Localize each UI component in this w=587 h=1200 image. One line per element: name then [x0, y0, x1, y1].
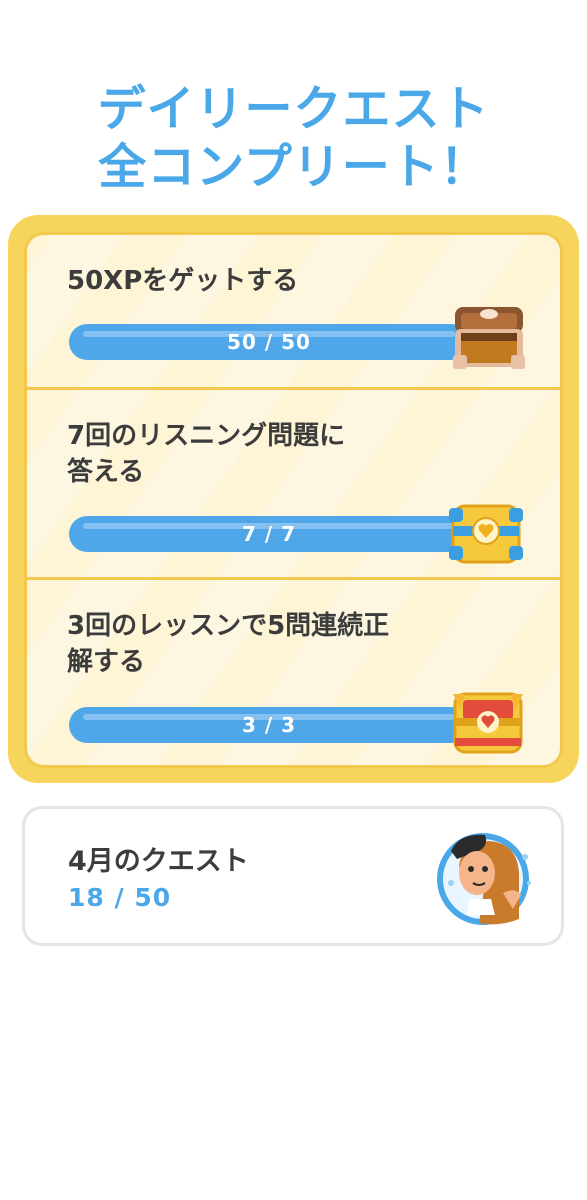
quest-title-line1: 3回のレッスンで5問連続正 — [67, 611, 390, 641]
quest-progress-bar: 7 / 7 — [69, 516, 469, 552]
daily-quests-panel: 50XPをゲットする 50 / 50 7回のリスニング問題に 答える 7 / 7 — [24, 232, 563, 768]
chest-gold-heart-icon — [449, 504, 523, 564]
page-title-line2: 全コンプリート！ — [98, 139, 489, 195]
quest-title-line1: 7回のリスニング問題に — [67, 421, 346, 451]
monthly-quest-card[interactable]: 4月のクエスト 18 / 50 — [22, 806, 564, 946]
quest-title-line1: 50XPをゲットする — [67, 266, 299, 296]
quest-item-1[interactable]: 50XPをゲットする 50 / 50 — [27, 235, 560, 387]
quest-title: 3回のレッスンで5問連続正 解する — [67, 608, 447, 680]
character-avatar-icon — [437, 833, 531, 925]
quest-title-line2: 答える — [67, 457, 145, 487]
page-title: デイリークエスト 全コンプリート！ — [0, 80, 587, 196]
chest-open-wood-icon — [453, 307, 525, 369]
quest-title: 50XPをゲットする — [67, 263, 447, 299]
quest-progress-bar: 3 / 3 — [69, 707, 469, 743]
quest-progress-text: 50 / 50 — [227, 330, 311, 354]
quest-title: 7回のリスニング問題に 答える — [67, 418, 447, 490]
quest-title-line2: 解する — [67, 647, 146, 677]
quest-progress-text: 7 / 7 — [241, 522, 297, 546]
quest-progress-bar: 50 / 50 — [69, 324, 469, 360]
page-title-line1: デイリークエスト — [97, 81, 490, 137]
quest-item-3[interactable]: 3回のレッスンで5問連続正 解する 3 / 3 — [27, 577, 560, 765]
monthly-quest-progress: 18 / 50 — [68, 883, 172, 912]
quest-progress-text: 3 / 3 — [241, 713, 297, 737]
quest-item-2[interactable]: 7回のリスニング問題に 答える 7 / 7 — [27, 387, 560, 580]
chest-gold-red-icon — [453, 692, 523, 754]
monthly-quest-title: 4月のクエスト — [68, 846, 249, 877]
